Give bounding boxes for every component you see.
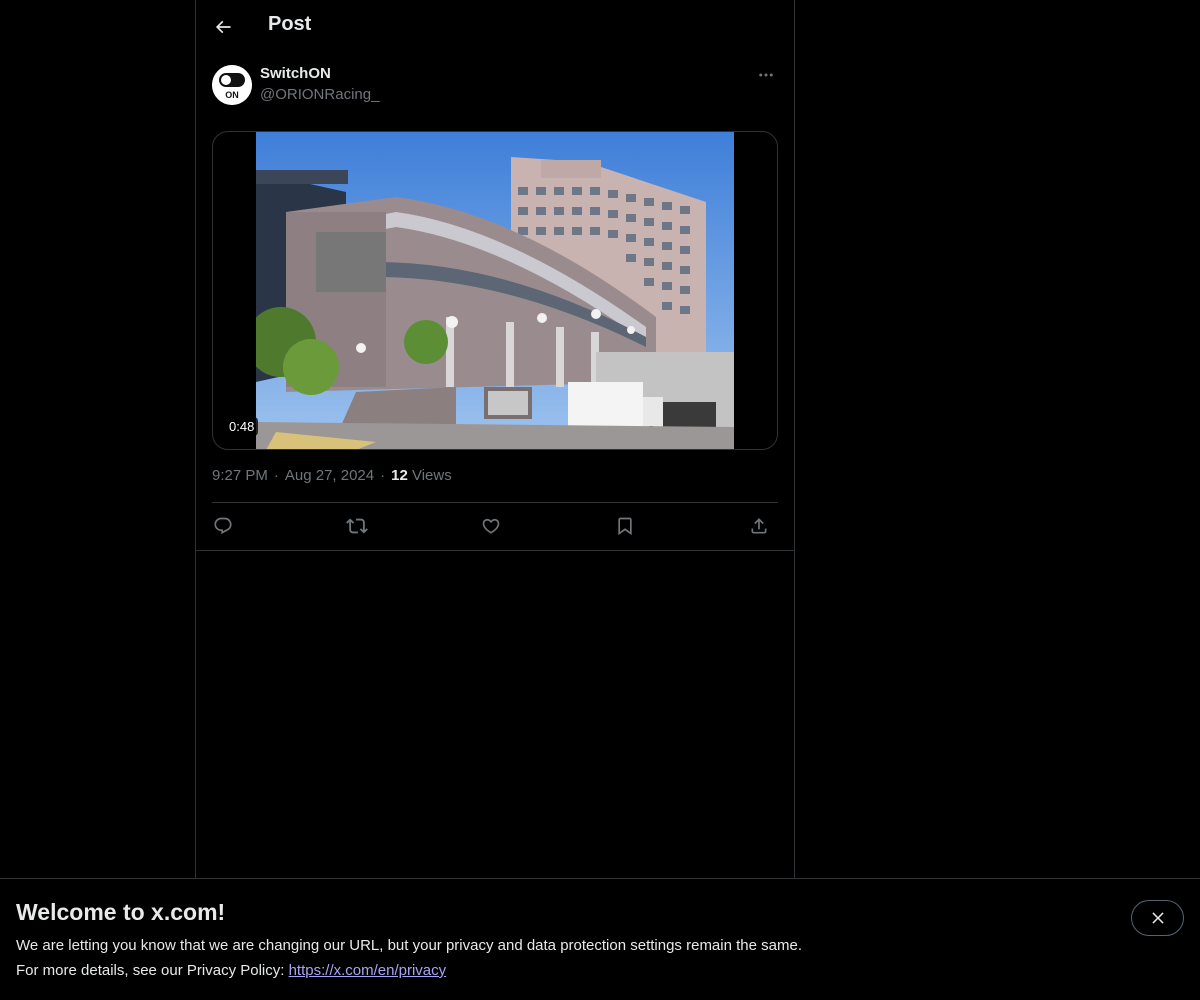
repost-icon	[346, 518, 368, 534]
banner-privacy-line: For more details, see our Privacy Policy…	[16, 962, 446, 979]
heart-icon	[482, 518, 500, 534]
video-duration: 0:48	[225, 417, 259, 436]
post-date[interactable]: Aug 27, 2024	[285, 467, 374, 484]
banner-message: We are letting you know that we are chan…	[16, 937, 802, 954]
bookmark-button[interactable]	[614, 515, 636, 537]
close-banner-button[interactable]	[1131, 900, 1184, 936]
avatar[interactable]: ON	[212, 65, 252, 105]
views-count: 12	[391, 467, 408, 484]
post-author: ON SwitchON @ORIONRacing_	[212, 65, 778, 109]
share-button[interactable]	[748, 515, 770, 537]
meta-separator: ·	[273, 467, 279, 484]
post-meta: 9:27 PM · Aug 27, 2024 · 12 Views	[212, 467, 452, 484]
bookmark-icon	[618, 517, 632, 536]
share-icon	[751, 518, 767, 534]
meta-separator: ·	[380, 467, 386, 484]
avatar-text: ON	[225, 90, 239, 100]
back-button[interactable]	[206, 8, 240, 46]
reply-button[interactable]	[212, 515, 234, 537]
more-button[interactable]	[754, 65, 778, 85]
views-label: Views	[411, 467, 452, 484]
close-icon	[1151, 912, 1164, 924]
more-horizontal-icon	[759, 73, 773, 77]
video-thumbnail	[256, 132, 734, 449]
welcome-banner: Welcome to x.com! We are letting you kno…	[0, 878, 1200, 1000]
privacy-policy-link[interactable]: https://x.com/en/privacy	[289, 962, 447, 979]
post-actions	[212, 503, 778, 551]
author-name[interactable]: SwitchON	[260, 65, 331, 82]
divider	[196, 550, 794, 551]
post-time[interactable]: 9:27 PM	[212, 467, 268, 484]
banner-privacy-prefix: For more details, see our Privacy Policy…	[16, 962, 289, 979]
main-column: Post ON SwitchON @ORIONRacing_ 0:48 9:27…	[195, 0, 795, 1000]
post-header: Post	[196, 0, 794, 53]
banner-title: Welcome to x.com!	[16, 899, 226, 925]
post-video[interactable]: 0:48	[212, 131, 778, 450]
author-handle[interactable]: @ORIONRacing_	[260, 86, 379, 103]
page-title: Post	[268, 13, 312, 35]
arrow-left-icon	[215, 20, 231, 34]
repost-button[interactable]	[346, 515, 368, 537]
like-button[interactable]	[480, 515, 502, 537]
reply-icon	[214, 517, 232, 535]
